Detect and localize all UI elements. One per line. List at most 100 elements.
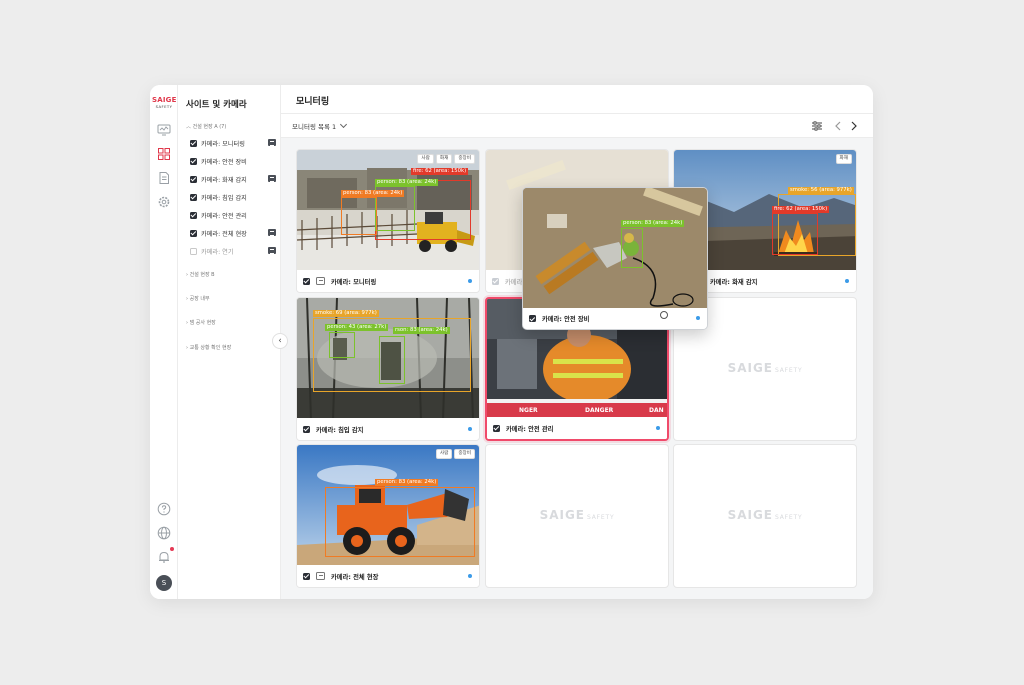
checkbox[interactable] [190,229,197,237]
live-status-dot [468,574,472,578]
camera-tile-site[interactable]: person: 83 (area: 24k) 사람 중장비 카메라: 전체 현장 [296,444,480,588]
document-icon[interactable] [157,171,171,185]
camera-tile-empty[interactable]: SAIGE SAFETY [485,444,669,588]
previous-page-icon[interactable] [832,120,844,132]
tile-footer: 카메라: 안전 장비 [523,308,707,329]
tile-checkbox[interactable] [529,315,536,322]
site-group-traffic[interactable]: › 교통 상황 확인 현장 [186,344,231,351]
checkbox[interactable] [190,193,197,201]
tile-camera-label: 카메라: 침입 감지 [316,426,364,434]
chevron-right-icon: › [186,272,188,278]
site-camera-sidebar: 사이트 및 카메라 ︿ 건설 현장 A (7) 카메라: 모니터링 카메라: 안… [178,85,281,599]
monitoring-toolbar: 모니터링 목록 1 [281,114,873,138]
camera-item-site[interactable]: 카메라: 전체 현장 [190,228,276,238]
filter-sliders-icon[interactable] [811,120,823,132]
tile-checkbox[interactable] [493,424,500,432]
camera-item-smoke[interactable]: 카메라: 연기 [190,246,276,256]
watermark-main: SAIGE [539,508,586,522]
brand-logo-sub: SAFETY [155,104,173,109]
user-avatar[interactable]: S [156,575,172,591]
brand-logo[interactable]: SAIGE SAFETY [152,97,176,109]
monitoring-list-value: 모니터링 목록 1 [292,123,337,131]
detection-label-smoke: smoke: 69 (area: 977k) [313,310,379,317]
site-group-label: 댐 공사 현장 [189,320,216,326]
tile-camera-label: 카메라: 화재 감지 [710,278,758,286]
live-status-dot [656,426,660,430]
tile-checkbox[interactable] [492,277,499,285]
tile-checkbox[interactable] [303,425,310,433]
stream-icon[interactable] [316,277,325,285]
live-status-dot [468,427,472,431]
chevron-down-icon [340,120,348,129]
detection-label-person: person: 83 (area: 24k) [341,190,405,197]
camera-item-monitoring[interactable]: 카메라: 모니터링 [190,138,276,148]
page-title: 모니터링 [296,97,330,107]
badge-heavy-equipment: 중장비 [454,449,475,459]
checkbox[interactable] [190,211,197,219]
monitor-icon[interactable] [157,123,171,137]
stream-icon[interactable] [316,572,325,580]
next-page-icon[interactable] [848,120,860,132]
detection-label-person: rson: 83 (area: 24k) [393,327,450,334]
camera-tile-intrusion[interactable]: smoke: 69 (area: 977k) person: 43 (area:… [296,297,480,441]
icon-rail: SAIGE SAFETY S [150,85,178,599]
camera-item-label: 카메라: 전체 현장 [201,230,247,238]
watermark-sub: SAFETY [587,514,615,521]
camera-tile-monitoring[interactable]: fire: 62 (area: 150k) person: 83 (area: … [296,149,480,293]
danger-tape-text: DANGER [585,407,614,414]
grid-view-icon[interactable] [157,147,171,161]
tile-camera-label: 카메라: 전체 현장 [331,573,379,581]
site-group-a[interactable]: ︿ 건설 현장 A (7) [186,123,226,130]
detection-label-fire: fire: 62 (area: 150k) [772,206,830,213]
tile-checkbox[interactable] [303,572,310,580]
globe-icon[interactable] [157,526,171,540]
stream-icon[interactable] [268,175,276,182]
tile-footer: 카메라: 안전 관리 [487,417,667,439]
main-header: 모니터링 [281,85,873,114]
camera-item-intrusion[interactable]: 카메라: 침입 감지 [190,192,276,202]
badge-person: 사람 [417,154,434,164]
sidebar-collapse-button[interactable]: ‹ [272,333,288,349]
site-group-b[interactable]: › 건설 현장 B [186,271,215,278]
detection-label-person: person: 83 (area: 24k) [375,479,439,486]
monitoring-list-select[interactable]: 모니터링 목록 1 [292,120,348,131]
tile-checkbox[interactable] [303,277,310,285]
checkbox[interactable] [190,139,197,147]
site-group-factory[interactable]: › 공장 내부 [186,295,210,302]
dragging-camera-tile[interactable]: person: 83 (area: 24k) 카메라: 안전 장비 [522,187,708,330]
site-group-label: 건설 현장 B [189,272,215,278]
site-group-dam[interactable]: › 댐 공사 현장 [186,319,216,326]
camera-tile-empty[interactable]: SAIGE SAFETY [673,444,857,588]
grab-cursor-icon [660,311,668,319]
stream-icon[interactable] [268,139,276,146]
saige-watermark: SAIGE SAFETY [486,508,668,522]
checkbox[interactable] [190,247,197,255]
saige-watermark: SAIGE SAFETY [674,508,856,522]
stream-icon[interactable] [268,247,276,254]
camera-item-label: 카메라: 연기 [201,248,234,256]
checkbox[interactable] [190,175,197,183]
watermark-sub: SAFETY [775,367,803,374]
settings-gear-icon[interactable] [157,195,171,209]
detection-box [621,228,643,268]
camera-feed-monitoring: fire: 62 (area: 150k) person: 83 (area: … [297,150,479,272]
camera-item-fire[interactable]: 카메라: 화재 감지 [190,174,276,184]
tile-footer: 카메라: 전체 현장 [297,565,479,587]
badge-fire: 화재 [835,154,852,164]
help-icon[interactable] [157,502,171,516]
detection-box [341,197,377,235]
chevron-up-icon: ︿ [186,124,192,130]
detection-box [325,487,475,557]
watermark-main: SAIGE [727,508,774,522]
checkbox[interactable] [190,157,197,165]
camera-item-label: 카메라: 안전 장비 [201,158,247,166]
camera-item-safety-gear[interactable]: 카메라: 안전 장비 [190,156,276,166]
stream-icon[interactable] [268,229,276,236]
camera-feed-intrusion: smoke: 69 (area: 977k) person: 43 (area:… [297,298,479,420]
camera-item-safety-mgmt[interactable]: 카메라: 안전 관리 [190,210,276,220]
bell-icon[interactable] [157,550,171,564]
detection-label-person: person: 43 (area: 27k) [325,324,389,331]
detection-label-smoke: smoke: 56 (area: 977k) [788,187,854,194]
live-status-dot [696,316,700,320]
camera-item-label: 카메라: 화재 감지 [201,176,247,184]
